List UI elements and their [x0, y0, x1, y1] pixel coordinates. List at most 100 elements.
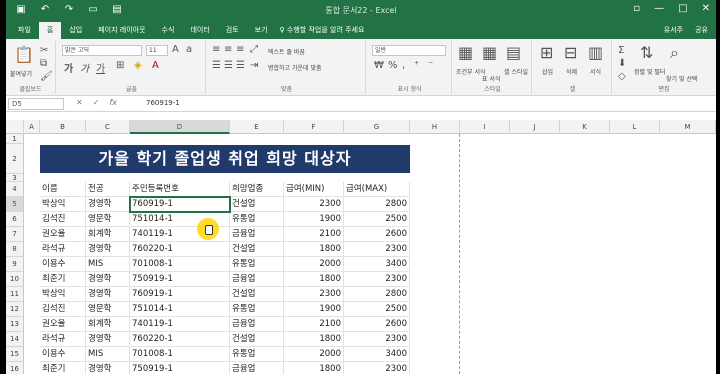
table-cell[interactable]: 경영학: [86, 242, 130, 257]
row-header[interactable]: 10: [6, 272, 24, 287]
align-right-icon[interactable]: ☰: [236, 60, 245, 71]
borders-icon[interactable]: ⊞: [116, 60, 124, 71]
table-cell[interactable]: 2300: [344, 272, 410, 287]
tab-data[interactable]: 데이터: [182, 25, 217, 39]
table-header-cell[interactable]: 전공: [86, 182, 130, 197]
table-cell[interactable]: 1800: [284, 242, 344, 257]
col-header-g[interactable]: G: [344, 120, 410, 134]
table-cell[interactable]: 경영학: [86, 287, 130, 302]
table-cell[interactable]: 740119-1: [130, 317, 230, 332]
table-cell[interactable]: 1800: [284, 272, 344, 287]
row-header[interactable]: 11: [6, 287, 24, 302]
table-cell[interactable]: 라석규: [40, 332, 86, 347]
insert-button[interactable]: 삽입: [542, 67, 553, 76]
align-left-icon[interactable]: ☰: [212, 60, 221, 71]
sort-filter-icon[interactable]: ⇅: [640, 43, 653, 62]
table-cell[interactable]: 경영학: [86, 362, 130, 374]
select-all-corner[interactable]: [6, 120, 24, 134]
table-cell[interactable]: 권오율: [40, 227, 86, 242]
table-cell[interactable]: 760220-1: [130, 242, 230, 257]
table-cell[interactable]: 2300: [344, 362, 410, 374]
table-cell[interactable]: 회계학: [86, 227, 130, 242]
table-cell[interactable]: 건설업: [230, 197, 284, 212]
table-cell[interactable]: 영문학: [86, 302, 130, 317]
table-cell[interactable]: 751014-1: [130, 302, 230, 317]
row-header[interactable]: 15: [6, 347, 24, 362]
minimize-icon[interactable]: —: [654, 3, 664, 14]
align-bottom-icon[interactable]: ≡: [236, 44, 244, 55]
col-header-f[interactable]: F: [284, 120, 344, 134]
table-cell[interactable]: 2600: [344, 317, 410, 332]
table-cell[interactable]: 금융업: [230, 272, 284, 287]
cancel-icon[interactable]: ✕: [76, 98, 83, 107]
table-cell[interactable]: 2000: [284, 257, 344, 272]
sort-filter-button[interactable]: 정렬 및 필터: [634, 67, 665, 76]
table-cell[interactable]: 2300: [284, 197, 344, 212]
table-cell[interactable]: 2300: [284, 287, 344, 302]
tab-file[interactable]: 파일: [10, 25, 39, 39]
paste-icon[interactable]: 📋: [14, 45, 34, 64]
share-button[interactable]: 공유: [695, 25, 708, 35]
table-cell[interactable]: 760220-1: [130, 332, 230, 347]
table-cell[interactable]: 2300: [344, 242, 410, 257]
paste-button[interactable]: 붙여넣기: [10, 69, 32, 78]
table-cell[interactable]: MIS: [86, 257, 130, 272]
find-select-button[interactable]: 찾기 및 선택: [666, 74, 697, 83]
table-cell[interactable]: 2100: [284, 317, 344, 332]
table-cell[interactable]: 2600: [344, 227, 410, 242]
table-cell[interactable]: 2500: [344, 212, 410, 227]
bold-icon[interactable]: 가: [64, 60, 73, 75]
table-header-cell[interactable]: 급여(MIN): [284, 182, 344, 197]
table-cell[interactable]: 이용수: [40, 257, 86, 272]
row-header[interactable]: 4: [6, 182, 24, 197]
enter-icon[interactable]: ✓: [93, 98, 100, 107]
table-cell[interactable]: 3400: [344, 257, 410, 272]
table-cell[interactable]: 김석진: [40, 302, 86, 317]
align-center-icon[interactable]: ☰: [224, 60, 233, 71]
table-cell[interactable]: 건설업: [230, 332, 284, 347]
grow-font-icon[interactable]: A: [172, 44, 179, 55]
table-header-cell[interactable]: 급여(MAX): [344, 182, 410, 197]
cut-icon[interactable]: ✂: [40, 45, 48, 56]
worksheet-grid[interactable]: A B C D E F G H I J K L M 1 2 3 4 5 6 7 8 9 10 11 1…: [6, 120, 716, 374]
table-cell[interactable]: 권오율: [40, 317, 86, 332]
tab-page-layout[interactable]: 페이지 레이아웃: [90, 25, 153, 39]
format-cells-icon[interactable]: ▥: [588, 43, 603, 62]
format-button[interactable]: 서식: [590, 67, 601, 76]
font-size-select[interactable]: 11: [146, 45, 168, 56]
table-cell[interactable]: 760919-1: [129, 196, 231, 213]
row-header[interactable]: 7: [6, 227, 24, 242]
table-cell[interactable]: 김석진: [40, 212, 86, 227]
delete-button[interactable]: 삭제: [566, 67, 577, 76]
table-cell[interactable]: 최준기: [40, 362, 86, 374]
cell-style-button[interactable]: 셀 스타일: [504, 67, 528, 76]
fill-color-icon[interactable]: ◈: [134, 60, 142, 71]
align-top-icon[interactable]: ≡: [212, 44, 220, 55]
clear-icon[interactable]: ◇: [618, 71, 626, 82]
table-cell[interactable]: 2500: [344, 302, 410, 317]
row-header[interactable]: 1: [6, 134, 24, 144]
name-box[interactable]: D5: [8, 98, 64, 110]
find-select-icon[interactable]: ⌕: [670, 43, 679, 63]
col-header-k[interactable]: K: [560, 120, 610, 134]
tab-formulas[interactable]: 수식: [154, 25, 183, 39]
col-header-c[interactable]: C: [86, 120, 130, 134]
table-cell[interactable]: 3400: [344, 347, 410, 362]
table-cell[interactable]: 유통업: [230, 257, 284, 272]
table-cell[interactable]: 경영학: [86, 197, 130, 212]
table-cell[interactable]: 1900: [284, 212, 344, 227]
table-cell[interactable]: 유통업: [230, 212, 284, 227]
table-cell[interactable]: 2100: [284, 227, 344, 242]
shrink-font-icon[interactable]: a: [186, 44, 192, 55]
format-table-button[interactable]: 표 서식: [482, 74, 500, 83]
row-header[interactable]: 8: [6, 242, 24, 257]
currency-icon[interactable]: ₩: [374, 60, 384, 71]
table-cell[interactable]: 유통업: [230, 347, 284, 362]
row-header[interactable]: 12: [6, 302, 24, 317]
fill-icon[interactable]: ⬇: [618, 58, 626, 69]
tell-me-box[interactable]: ♀ 수행할 작업을 알려 주세요: [276, 25, 373, 39]
table-cell[interactable]: 경영학: [86, 332, 130, 347]
close-icon[interactable]: ✕: [702, 3, 710, 14]
row-header[interactable]: 16: [6, 362, 24, 374]
merge-center-button[interactable]: 병합하고 가운데 맞춤: [268, 63, 322, 72]
